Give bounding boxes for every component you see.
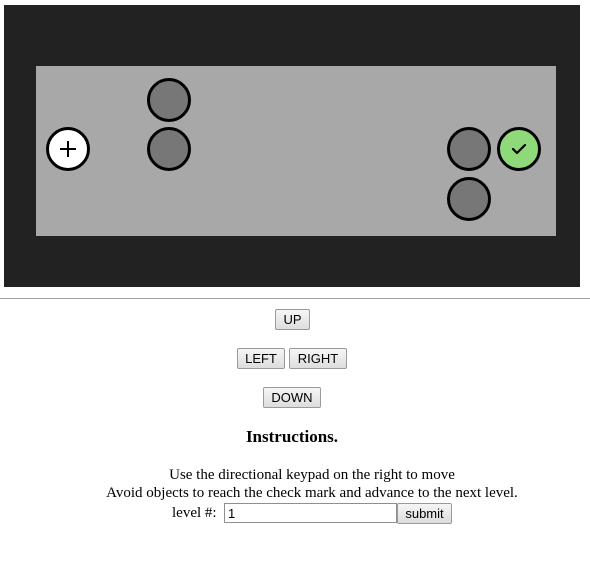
obstacle (447, 127, 491, 171)
plus-icon (60, 141, 76, 157)
right-button[interactable]: RIGHT (289, 348, 347, 369)
obstacle (147, 127, 191, 171)
instructions-line-move: Use the directional keypad on the right … (169, 467, 455, 483)
instructions-line-avoid: Avoid objects to reach the check mark an… (106, 485, 518, 501)
instructions-title: Instructions. (245, 427, 339, 446)
game-board (36, 66, 556, 236)
level-label: level #: (172, 505, 217, 521)
game-frame (4, 5, 580, 287)
checkmark-icon (511, 143, 527, 155)
obstacle (447, 177, 491, 221)
goal-piece (497, 127, 541, 171)
divider (0, 298, 590, 299)
up-button[interactable]: UP (275, 309, 310, 330)
submit-button[interactable]: submit (397, 503, 452, 524)
down-button[interactable]: DOWN (263, 387, 321, 408)
left-button[interactable]: LEFT (237, 348, 285, 369)
player-piece (46, 127, 90, 171)
level-input[interactable] (224, 503, 397, 523)
obstacle (147, 78, 191, 122)
